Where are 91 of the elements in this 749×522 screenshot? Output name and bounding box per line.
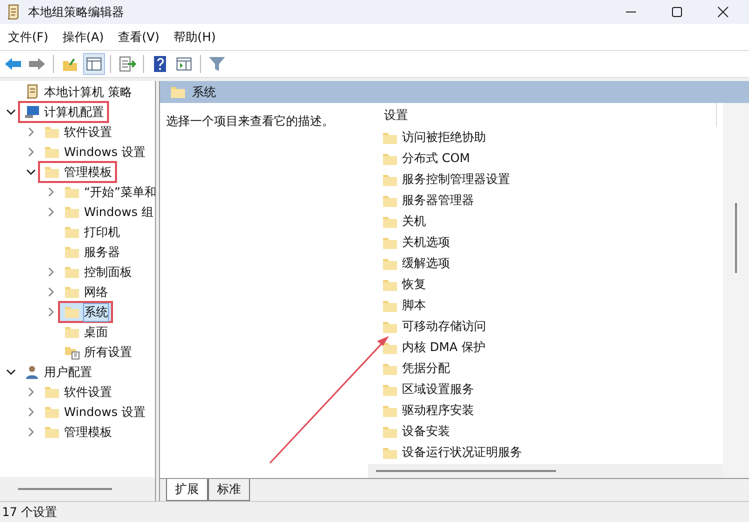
folder-icon	[44, 124, 60, 140]
panel-icon	[85, 55, 103, 73]
folder-icon	[44, 424, 60, 440]
right-arrow-icon	[28, 55, 46, 73]
list-item[interactable]: 可移动存储访问	[368, 316, 723, 337]
tree-item[interactable]: 所有设置	[58, 341, 137, 363]
expanded-chevron-icon[interactable]	[26, 167, 36, 177]
menu-item[interactable]: 帮助(H)	[173, 28, 216, 46]
list-item[interactable]: 缓解选项	[368, 253, 723, 274]
details-title: 系统	[192, 84, 216, 100]
collapsed-chevron-icon[interactable]	[26, 387, 36, 397]
folder-icon	[44, 164, 60, 180]
menu-item[interactable]: 文件(F)	[8, 28, 48, 46]
collapsed-chevron-icon[interactable]	[26, 407, 36, 417]
folder-icon	[44, 384, 60, 400]
menu-item[interactable]: 查看(V)	[118, 28, 160, 46]
window-title: 本地组策略编辑器	[28, 4, 124, 20]
collapsed-chevron-icon[interactable]	[46, 207, 56, 217]
collapsed-chevron-icon[interactable]	[46, 267, 56, 277]
tree-item[interactable]: Windows 组	[58, 201, 155, 223]
expanded-chevron-icon[interactable]	[6, 367, 16, 377]
tree-item[interactable]: 服务器	[58, 241, 125, 263]
folder-icon	[170, 84, 186, 100]
computer-icon	[24, 104, 40, 120]
tree-item[interactable]: 管理模板	[38, 161, 117, 183]
list-item[interactable]: 访问被拒绝协助	[368, 127, 723, 148]
maximize-icon[interactable]	[671, 6, 683, 18]
tree-item[interactable]: 桌面	[58, 321, 113, 343]
tab[interactable]: 标准	[208, 479, 250, 501]
list-item[interactable]: 关机选项	[368, 232, 723, 253]
list-item[interactable]: 区域设置服务	[368, 379, 723, 400]
folder-icon	[44, 144, 60, 160]
filter-icon	[208, 55, 226, 73]
document-arrow-icon	[118, 55, 136, 73]
tab[interactable]: 扩展	[166, 479, 208, 501]
status-text: 17 个设置	[2, 504, 58, 520]
folder-icon	[64, 264, 80, 280]
show-tree-button[interactable]	[83, 53, 105, 75]
folder-icon	[64, 224, 80, 240]
tree-item[interactable]: Windows 设置	[38, 401, 150, 423]
list-item[interactable]: 设备运行状况证明服务	[368, 442, 723, 463]
list-item[interactable]: 驱动程序安装	[368, 400, 723, 421]
folder-icon	[64, 284, 80, 300]
list-item[interactable]: 凭据分配	[368, 358, 723, 379]
folder-icon	[44, 404, 60, 420]
tree-item[interactable]: 系统	[58, 301, 113, 323]
tree-item[interactable]: 用户配置	[18, 361, 97, 383]
tree-item[interactable]: 管理模板	[38, 421, 117, 443]
collapsed-chevron-icon[interactable]	[26, 427, 36, 437]
folder-icon	[64, 204, 80, 220]
tree-item[interactable]: 软件设置	[38, 121, 117, 143]
close-icon[interactable]	[717, 6, 729, 18]
list-item[interactable]: 关机	[368, 211, 723, 232]
user-icon	[24, 364, 40, 380]
tree-item[interactable]: “开始”菜单和	[58, 181, 155, 203]
app-icon	[6, 4, 20, 20]
left-arrow-icon	[4, 55, 22, 73]
scrollbar[interactable]	[18, 488, 112, 490]
list-item[interactable]: 脚本	[368, 295, 723, 316]
list-item[interactable]: 服务器管理器	[368, 190, 723, 211]
list-item[interactable]: 分布式 COM	[368, 148, 723, 169]
menu-item[interactable]: 操作(A)	[62, 28, 104, 46]
collapsed-chevron-icon[interactable]	[26, 127, 36, 137]
tree-item[interactable]: 网络	[58, 281, 113, 303]
scrollbar[interactable]	[376, 470, 556, 472]
tree-item[interactable]: 软件设置	[38, 381, 117, 403]
folder-icon	[64, 324, 80, 340]
expanded-chevron-icon[interactable]	[6, 107, 16, 117]
tree-item[interactable]: 控制面板	[58, 261, 137, 283]
collapsed-chevron-icon[interactable]	[46, 307, 56, 317]
list-item[interactable]: 内核 DMA 保护	[368, 337, 723, 358]
list-item[interactable]: 恢复	[368, 274, 723, 295]
settings-list-icon	[64, 344, 80, 360]
list-item[interactable]: 设备安装	[368, 421, 723, 442]
tree-item[interactable]: 计算机配置	[18, 101, 109, 123]
collapsed-chevron-icon[interactable]	[26, 147, 36, 157]
folder-icon	[64, 304, 80, 320]
tree-item[interactable]: Windows 设置	[38, 141, 150, 163]
scrollbar[interactable]	[735, 203, 737, 273]
collapsed-chevron-icon[interactable]	[46, 187, 56, 197]
panel-icon	[175, 55, 193, 73]
folder-icon	[64, 184, 80, 200]
scroll-icon	[24, 84, 40, 100]
column-header[interactable]: 设置	[368, 103, 717, 127]
folder-icon	[64, 244, 80, 260]
collapsed-chevron-icon[interactable]	[46, 287, 56, 297]
list-item[interactable]: 服务控制管理器设置	[368, 169, 723, 190]
help-icon	[151, 55, 169, 73]
tree-item[interactable]: 打印机	[58, 221, 125, 243]
tree-item[interactable]: 本地计算机 策略	[18, 81, 137, 103]
description-text: 选择一个项目来查看它的描述。	[166, 114, 334, 128]
